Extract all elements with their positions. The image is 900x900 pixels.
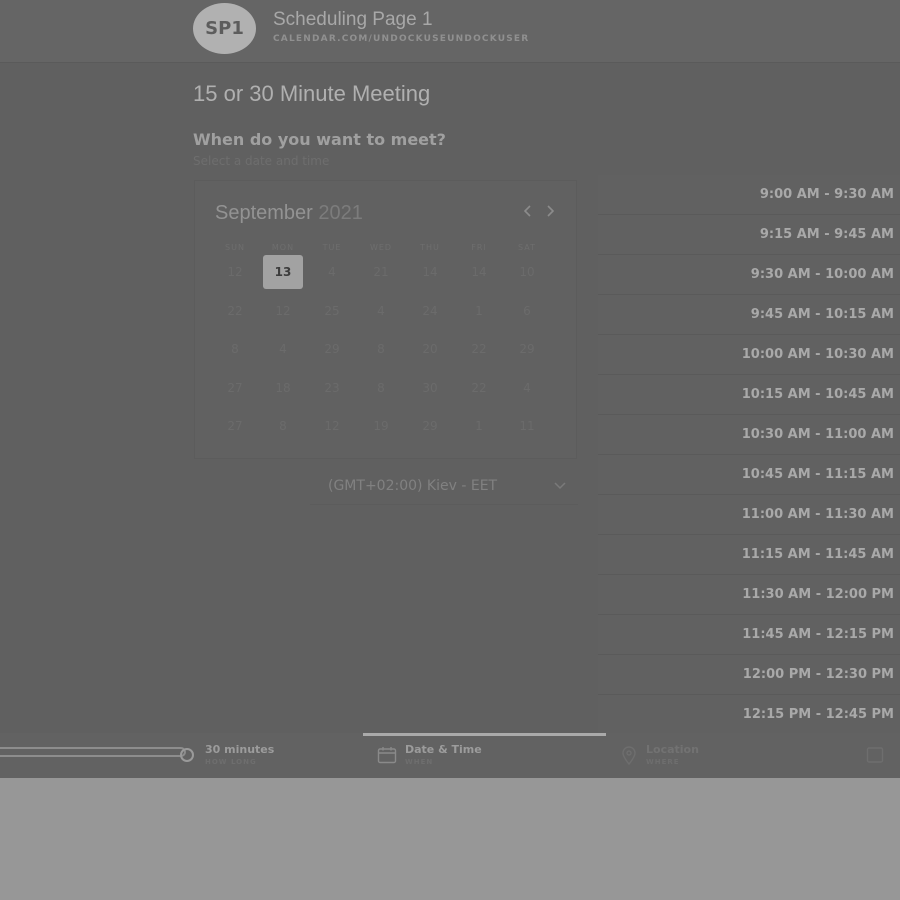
calendar-day[interactable]: 27 bbox=[215, 371, 255, 405]
calendar-day[interactable]: 14 bbox=[459, 255, 499, 289]
calendar-day[interactable]: 1 bbox=[459, 409, 499, 443]
weekday-label: THU bbox=[420, 243, 440, 252]
calendar-icon bbox=[377, 746, 397, 768]
calendar-day[interactable]: 29 bbox=[312, 332, 352, 366]
weekday-label: MON bbox=[271, 243, 295, 252]
step-date-time-sub: WHEN bbox=[405, 758, 434, 766]
calendar-day[interactable]: 24 bbox=[410, 294, 450, 328]
when-heading: When do you want to meet? bbox=[193, 130, 446, 149]
calendar-day[interactable]: 8 bbox=[215, 332, 255, 366]
calendar-day[interactable]: 1 bbox=[459, 294, 499, 328]
form-icon bbox=[866, 746, 886, 768]
time-slot[interactable]: 12:00 PM - 12:30 PM bbox=[598, 655, 900, 695]
scheduling-page: SP1 Scheduling Page 1 CALENDAR.COM/UNDOC… bbox=[0, 0, 900, 778]
chevron-down-icon bbox=[554, 468, 566, 518]
calendar-month: September bbox=[215, 202, 313, 224]
meeting-title: 15 or 30 Minute Meeting bbox=[193, 81, 431, 106]
time-slot[interactable]: 10:30 AM - 11:00 AM bbox=[598, 415, 900, 455]
calendar-month-year: September 2021 bbox=[215, 202, 363, 225]
weekday-label: FRI bbox=[471, 243, 487, 252]
calendar: September 2021 SUN MON TUE WED THU FRI SAT 12 13… bbox=[194, 180, 577, 459]
weekday-label: WED bbox=[369, 243, 393, 252]
calendar-day[interactable]: 11 bbox=[507, 409, 547, 443]
step-location-sub: WHERE bbox=[646, 758, 680, 766]
calendar-day[interactable]: 12 bbox=[263, 294, 303, 328]
calendar-day[interactable]: 25 bbox=[312, 294, 352, 328]
scheduling-page-title: Scheduling Page 1 bbox=[273, 9, 433, 30]
calendar-day[interactable]: 29 bbox=[410, 409, 450, 443]
time-slot[interactable]: 10:45 AM - 11:15 AM bbox=[598, 455, 900, 495]
step-duration-sub: HOW LONG bbox=[205, 758, 257, 766]
calendar-day[interactable]: 4 bbox=[312, 255, 352, 289]
calendar-day[interactable]: 4 bbox=[361, 294, 401, 328]
calendar-day[interactable]: 18 bbox=[263, 371, 303, 405]
chevron-left-icon bbox=[523, 205, 531, 217]
next-month-button[interactable] bbox=[545, 203, 555, 222]
duration-knob[interactable] bbox=[180, 748, 194, 762]
calendar-day[interactable]: 22 bbox=[459, 332, 499, 366]
scheduling-page-url[interactable]: CALENDAR.COM/UNDOCKUSEUNDOCKUSER bbox=[273, 34, 529, 44]
calendar-day[interactable]: 19 bbox=[361, 409, 401, 443]
calendar-day[interactable]: 14 bbox=[410, 255, 450, 289]
calendar-day[interactable]: 10 bbox=[507, 255, 547, 289]
when-subheading: Select a date and time bbox=[193, 154, 330, 168]
calendar-day[interactable]: 22 bbox=[459, 371, 499, 405]
calendar-day[interactable]: 8 bbox=[361, 332, 401, 366]
active-step-indicator bbox=[363, 733, 606, 736]
avatar: SP1 bbox=[193, 3, 256, 54]
time-slot[interactable]: 12:15 PM - 12:45 PM bbox=[598, 695, 900, 735]
time-slot-list: 9:00 AM - 9:30 AM 9:15 AM - 9:45 AM 9:30 A… bbox=[598, 175, 900, 735]
step-duration-label: 30 minutes bbox=[205, 743, 275, 756]
step-duration[interactable]: 30 minutes HOW LONG bbox=[205, 743, 274, 766]
time-slot[interactable]: 9:00 AM - 9:30 AM bbox=[598, 175, 900, 215]
step-location-label: Location bbox=[646, 743, 699, 756]
calendar-day[interactable]: 23 bbox=[312, 371, 352, 405]
location-pin-icon bbox=[621, 746, 637, 770]
time-slot[interactable]: 11:15 AM - 11:45 AM bbox=[598, 535, 900, 575]
time-slot[interactable]: 10:00 AM - 10:30 AM bbox=[598, 335, 900, 375]
calendar-day[interactable]: 27 bbox=[215, 409, 255, 443]
previous-month-button[interactable] bbox=[523, 203, 533, 222]
calendar-day-selected[interactable]: 13 bbox=[263, 255, 303, 289]
time-slot[interactable]: 9:30 AM - 10:00 AM bbox=[598, 255, 900, 295]
timezone-label: (GMT+02:00) Kiev - EET bbox=[328, 478, 498, 494]
calendar-day[interactable]: 12 bbox=[312, 409, 352, 443]
calendar-day[interactable]: 29 bbox=[507, 332, 547, 366]
weekday-label: SUN bbox=[225, 243, 245, 252]
calendar-year: 2021 bbox=[318, 202, 363, 224]
weekday-label: TUE bbox=[322, 243, 342, 252]
time-slot[interactable]: 10:15 AM - 10:45 AM bbox=[598, 375, 900, 415]
calendar-day[interactable]: 8 bbox=[361, 371, 401, 405]
calendar-day[interactable]: 4 bbox=[263, 332, 303, 366]
duration-track bbox=[0, 747, 186, 757]
time-slot[interactable]: 11:30 AM - 12:00 PM bbox=[598, 575, 900, 615]
time-slot[interactable]: 11:00 AM - 11:30 AM bbox=[598, 495, 900, 535]
timezone-select[interactable]: (GMT+02:00) Kiev - EET bbox=[310, 468, 578, 505]
calendar-day[interactable]: 20 bbox=[410, 332, 450, 366]
calendar-day[interactable]: 8 bbox=[263, 409, 303, 443]
footer-steps: 30 minutes HOW LONG Date & Time WHEN Loc… bbox=[0, 733, 900, 778]
calendar-day[interactable]: 6 bbox=[507, 294, 547, 328]
time-slot[interactable]: 9:45 AM - 10:15 AM bbox=[598, 295, 900, 335]
weekday-label: SAT bbox=[518, 243, 536, 252]
page-header: SP1 Scheduling Page 1 CALENDAR.COM/UNDOC… bbox=[0, 0, 900, 63]
calendar-day[interactable]: 30 bbox=[410, 371, 450, 405]
step-date-time-label: Date & Time bbox=[405, 743, 482, 756]
time-slot[interactable]: 11:45 AM - 12:15 PM bbox=[598, 615, 900, 655]
calendar-day[interactable]: 21 bbox=[361, 255, 401, 289]
step-location[interactable]: Location WHERE bbox=[646, 743, 699, 766]
step-date-time[interactable]: Date & Time WHEN bbox=[405, 743, 482, 766]
calendar-day[interactable]: 12 bbox=[215, 255, 255, 289]
time-slot[interactable]: 9:15 AM - 9:45 AM bbox=[598, 215, 900, 255]
calendar-day[interactable]: 4 bbox=[507, 371, 547, 405]
chevron-right-icon bbox=[547, 205, 555, 217]
calendar-day[interactable]: 22 bbox=[215, 294, 255, 328]
